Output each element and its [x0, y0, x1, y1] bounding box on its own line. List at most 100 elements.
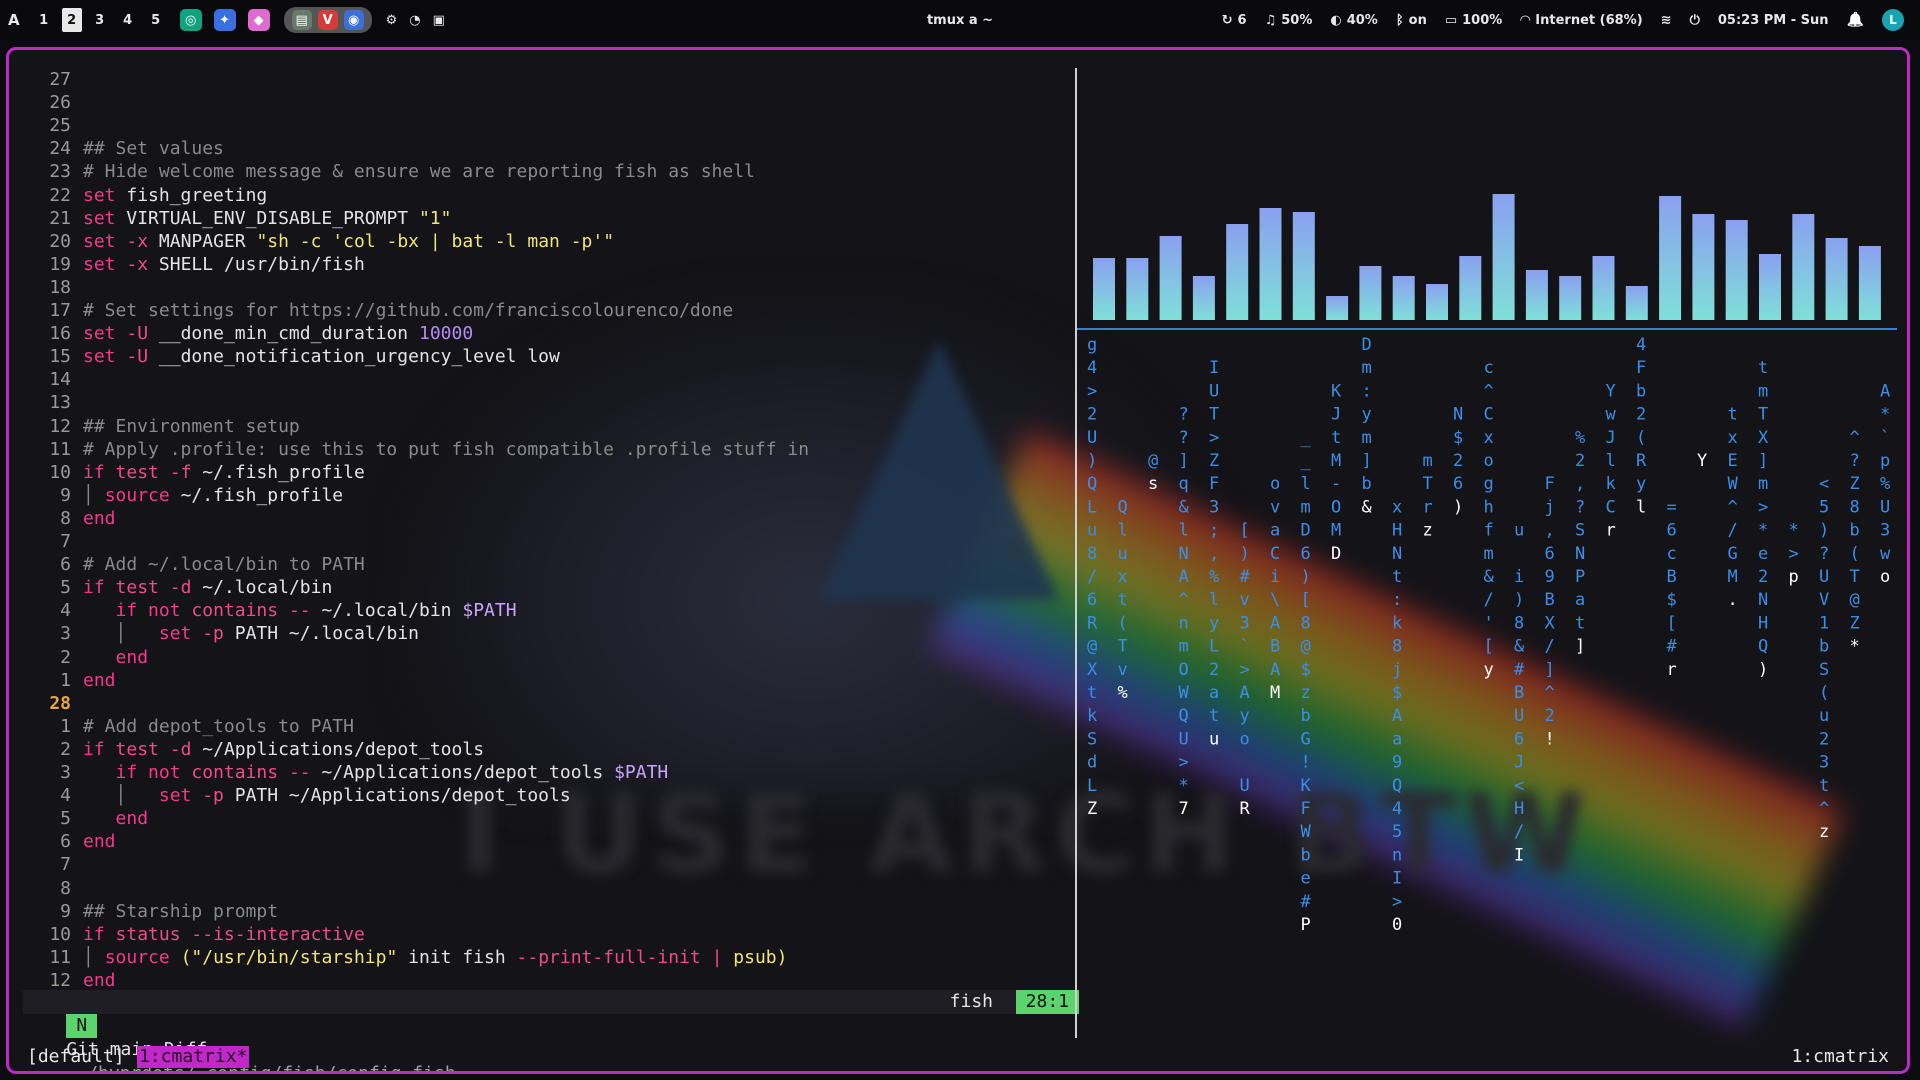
matrix-glyph: a	[1392, 729, 1402, 749]
code-token: ("/usr/bin/starship"	[180, 946, 398, 968]
layers-module[interactable]: ≋	[1661, 13, 1672, 28]
matrix-glyph: u	[1087, 521, 1097, 541]
line-number: 18	[49, 276, 71, 298]
code-line[interactable]: 9 ## Starship prompt	[9, 900, 278, 923]
matrix-glyph: ,	[1545, 521, 1555, 541]
workspace-3[interactable]: 3	[90, 8, 110, 32]
code-line[interactable]: 20 set -x MANPAGER "sh -c 'col -bx | bat …	[9, 230, 614, 253]
code-line[interactable]: 2 end	[9, 646, 148, 669]
code-line[interactable]: 4 if not contains -- ~/.local/bin $PATH	[9, 599, 516, 622]
matrix-glyph: b	[1636, 381, 1646, 401]
theme-icon[interactable]: ◔	[409, 13, 420, 28]
code-line[interactable]: 6 # Add ~/.local/bin to PATH	[9, 553, 365, 576]
code-line[interactable]: 7	[9, 853, 83, 876]
vivaldi-icon[interactable]: V	[317, 10, 338, 30]
code-line[interactable]: 5 end	[9, 807, 148, 830]
code-line[interactable]: 12 end	[9, 969, 115, 992]
code-line[interactable]: 19 set -x SHELL /usr/bin/fish	[9, 253, 364, 276]
code-line[interactable]: 5 if test -d ~/.local/bin	[9, 576, 332, 599]
matrix-glyph: *	[1758, 521, 1768, 541]
matrix-glyph: :	[1392, 590, 1402, 610]
code-line[interactable]: 4 │ set -p PATH ~/Applications/depot_too…	[9, 784, 571, 807]
code-line[interactable]: 27	[9, 68, 83, 91]
code-line[interactable]: 10 if test -f ~/.fish_profile	[9, 461, 365, 484]
battery-module[interactable]: ▭ 100%	[1445, 13, 1502, 28]
workspace-5[interactable]: 5	[146, 8, 166, 32]
code-line[interactable]: 11 │ source ("/usr/bin/starship" init fis…	[9, 946, 787, 969]
power-module[interactable]: ⏻	[1690, 13, 1700, 28]
topbar-right: ↻ 6 ♫ 50% ◐ 40% ᛒ on ▭ 100% ◠ Internet (68%) ≋ ⏻ 05:23…	[1222, 0, 1904, 40]
line-number: 26	[49, 92, 71, 114]
code-line[interactable]: 1 # Add depot_tools to PATH	[9, 715, 354, 738]
avatar[interactable]: L	[1882, 9, 1904, 31]
chromium-icon[interactable]: ◉	[343, 10, 364, 30]
matrix-glyph: )	[1758, 660, 1768, 680]
matrix-glyph: A	[1392, 706, 1402, 726]
files-icon[interactable]: ▤	[291, 10, 312, 30]
code-line[interactable]: 23 # Hide welcome message & ensure we are…	[9, 160, 755, 183]
bluetooth-module[interactable]: ᛒ on	[1396, 13, 1427, 28]
code-line[interactable]: 14	[9, 368, 83, 391]
copilot-icon[interactable]: ◆	[247, 9, 270, 31]
code-token: VIRTUAL_ENV_DISABLE_PROMPT	[126, 207, 419, 229]
folder-icon[interactable]: ▣	[433, 13, 445, 28]
code-line[interactable]: 21 set VIRTUAL_ENV_DISABLE_PROMPT "1"	[9, 207, 451, 230]
code-line[interactable]: 25	[9, 114, 83, 137]
code-editor[interactable]: 27 26 25 24 ## Set values 23 # Hide welcome me…	[9, 50, 1075, 1040]
code-token: --	[288, 762, 311, 783]
arch-launcher-icon[interactable]: A	[8, 11, 20, 29]
code-line[interactable]: 17 # Set settings for https://github.com/…	[9, 299, 733, 322]
code-line[interactable]: 8 end	[9, 507, 115, 530]
matrix-glyph: `	[1880, 428, 1890, 448]
workspace-2[interactable]: 2	[61, 8, 82, 32]
matrix-glyph: o	[1240, 729, 1250, 749]
code-line[interactable]: 2 if test -d ~/Applications/depot_tools	[9, 738, 484, 761]
updates-module[interactable]: ↻ 6	[1222, 13, 1247, 28]
code-line[interactable]: 15 set -U __done_notification_urgency_lev…	[9, 345, 560, 368]
workspace-1[interactable]: 1	[34, 8, 54, 32]
brightness-module[interactable]: ◐ 40%	[1330, 13, 1377, 28]
code-line[interactable]: 12 ## Environment setup	[9, 415, 299, 438]
code-line[interactable]: 10 if status --is-interactive	[9, 923, 364, 946]
code-line[interactable]: 18	[9, 276, 83, 299]
code-line[interactable]: 28	[9, 692, 83, 715]
code-line[interactable]: 7	[9, 530, 83, 553]
clock-module[interactable]: 05:23 PM - Sun	[1718, 13, 1829, 28]
code-line[interactable]: 24 ## Set values	[9, 137, 224, 160]
tmux-session[interactable]: [default]	[27, 1040, 125, 1071]
code-line[interactable]: 16 set -U __done_min_cmd_duration 10000	[9, 322, 473, 345]
cursor-position: 28:1	[1015, 990, 1079, 1014]
matrix-glyph: K	[1331, 381, 1342, 401]
settings-icon[interactable]: ⚙	[386, 13, 398, 28]
matrix-glyph: )	[1087, 451, 1097, 471]
notification-bell-icon[interactable]: 🔔	[1847, 12, 1864, 28]
code-line[interactable]: 22 set fish_greeting	[9, 184, 267, 207]
code-line[interactable]: 1 end	[9, 669, 115, 692]
matrix-glyph: 8	[1850, 497, 1860, 517]
network-module[interactable]: ◠ Internet (68%)	[1520, 13, 1642, 28]
matrix-glyph: y	[1362, 405, 1372, 425]
matrix-glyph: =	[1667, 497, 1677, 517]
code-line[interactable]: 11 # Apply .profile: use this to put fish…	[9, 438, 809, 461]
code-line[interactable]: 3 │ set -p PATH ~/.local/bin	[9, 622, 419, 645]
matrix-glyph: k	[1606, 474, 1616, 494]
code-line[interactable]: 9 │ source ~/.fish_profile	[9, 484, 343, 507]
matrix-glyph: B	[1270, 637, 1280, 657]
workspace-4[interactable]: 4	[118, 8, 138, 32]
code-token: set	[83, 253, 116, 275]
matrix-glyph: ]	[1758, 451, 1768, 471]
code-line[interactable]: 6 end	[9, 830, 115, 853]
code-line[interactable]: 26	[9, 91, 83, 114]
code-line[interactable]: 13	[9, 391, 83, 414]
gemini-icon[interactable]: ✦	[213, 9, 236, 31]
matrix-glyph: M	[1728, 567, 1738, 587]
chatgpt-icon[interactable]: ◎	[179, 9, 202, 31]
code-token: ~/.local/bin	[202, 577, 333, 599]
code-line[interactable]: 3 if not contains -- ~/Applications/depo…	[9, 761, 668, 784]
terminal-window[interactable]: I USE ARCH BTW 27 26 25 24 ## Set values 23 # …	[6, 47, 1910, 1074]
tmux-window-active[interactable]: 1:cmatrix*	[137, 1046, 250, 1068]
volume-module[interactable]: ♫ 50%	[1265, 13, 1313, 28]
matrix-glyph: $	[1667, 590, 1677, 610]
code-line[interactable]: 8	[9, 877, 83, 900]
matrix-glyph: T	[1118, 637, 1128, 657]
